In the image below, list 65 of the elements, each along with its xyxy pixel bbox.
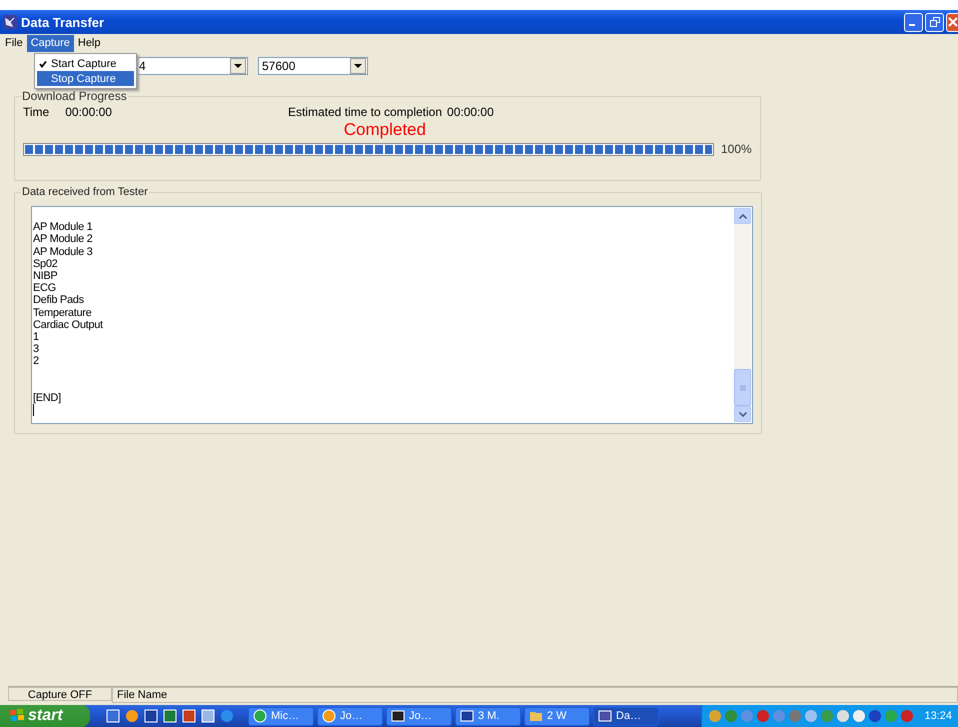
scroll-down-button[interactable] <box>734 406 751 422</box>
app-icon[interactable] <box>182 709 196 723</box>
app-icon[interactable] <box>163 709 177 723</box>
tray-icon[interactable] <box>836 709 850 723</box>
start-button[interactable]: start <box>0 705 90 727</box>
scroll-thumb[interactable] <box>734 369 751 406</box>
console-icon <box>391 709 405 723</box>
restore-button[interactable] <box>925 12 944 32</box>
group-title: Data received from Tester <box>21 186 149 198</box>
clock: 13:24 <box>924 710 952 722</box>
taskbar-button[interactable]: 2 W <box>524 706 590 726</box>
tray-icon[interactable] <box>852 709 866 723</box>
computer-icon[interactable] <box>201 709 215 723</box>
taskbar-button[interactable]: Jo… <box>317 706 383 726</box>
vertical-scrollbar[interactable] <box>734 208 751 422</box>
percent-text: 100% <box>721 142 752 156</box>
tray-icon[interactable] <box>724 709 738 723</box>
scroll-up-button[interactable] <box>734 208 751 224</box>
restore-icon <box>930 17 940 27</box>
status-panel: Capture OFF <box>8 687 112 701</box>
tray-icon[interactable] <box>708 709 722 723</box>
close-icon <box>948 17 958 27</box>
menu-option[interactable]: Start Capture <box>37 56 134 71</box>
minimize-icon <box>909 24 915 26</box>
close-button[interactable] <box>946 12 958 32</box>
time-value: 00:00:00 <box>65 105 112 119</box>
dropdown-arrow-icon <box>354 64 362 68</box>
app-icon <box>598 709 612 723</box>
grip-icon <box>740 384 746 390</box>
eta-value: 00:00:00 <box>447 105 494 119</box>
completion-status: Completed <box>344 120 426 139</box>
minimize-button[interactable] <box>904 12 923 32</box>
app-icon <box>253 709 267 723</box>
time-label: Time <box>23 105 50 119</box>
status-panel: File Name <box>112 687 958 703</box>
baud-combo[interactable]: 57600 <box>258 57 368 75</box>
dropdown-arrow-icon <box>234 64 242 68</box>
menu-item[interactable]: Capture <box>26 34 74 52</box>
menu-item[interactable]: Help <box>74 34 104 52</box>
received-data-area[interactable]: AP Module 1 AP Module 2 AP Module 3 Sp02 NIBP ECG Defib Pads Temperature Cardiac Output 1 3 2 [END] <box>31 206 753 424</box>
checkmark-icon <box>39 60 47 68</box>
tray-icon[interactable] <box>900 709 914 723</box>
tray-icon[interactable] <box>804 709 818 723</box>
window-title: Data Transfer <box>21 14 106 30</box>
received-data-text: AP Module 1 AP Module 2 AP Module 3 Sp02 NIBP ECG Defib Pads Temperature Cardiac Output 1 3 2 [END] <box>33 220 103 404</box>
folder-icon <box>529 709 543 723</box>
menu-option[interactable]: Stop Capture <box>37 71 134 86</box>
group-title: Download Progress <box>21 89 128 103</box>
taskbar-button[interactable]: Da… <box>593 706 659 726</box>
menu-item[interactable]: File <box>1 34 27 52</box>
text-cursor <box>33 404 34 416</box>
browser-icon[interactable] <box>220 709 234 723</box>
tray-icon[interactable] <box>756 709 770 723</box>
satellite-dish-icon <box>3 15 17 29</box>
tray-icon[interactable] <box>868 709 882 723</box>
eta-label: Estimated time to completion <box>288 105 442 119</box>
taskbar-button[interactable]: Mic… <box>248 706 314 726</box>
tray-icon[interactable] <box>788 709 802 723</box>
app-icon <box>322 709 336 723</box>
app-icon[interactable] <box>144 709 158 723</box>
taskbar-button[interactable]: 3 M. <box>455 706 521 726</box>
app-icon <box>460 709 474 723</box>
taskbar-button[interactable]: Jo… <box>386 706 452 726</box>
windows-logo-icon <box>10 709 24 723</box>
app-icon[interactable] <box>106 709 120 723</box>
